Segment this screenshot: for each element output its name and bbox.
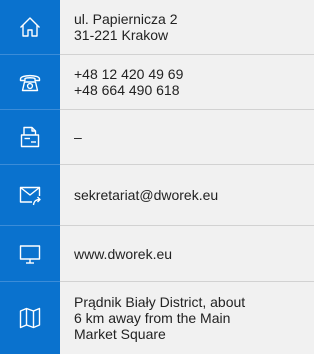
- email-icon: [0, 165, 60, 226]
- contact-list: ul. Papiernicza 2 31-221 Krakow +48 12 4…: [0, 0, 314, 354]
- phone-text: +48 12 420 49 69 +48 664 490 618: [60, 55, 314, 109]
- address-text: ul. Papiernicza 2 31-221 Krakow: [60, 0, 314, 54]
- location-line-2: 6 km away from the Main: [74, 310, 231, 326]
- email-link[interactable]: sekretariat@dworek.eu: [74, 187, 314, 203]
- fax-text: –: [60, 110, 314, 164]
- phone-link-1[interactable]: +48 12 420 49 69: [74, 66, 314, 82]
- fax-icon: [0, 110, 60, 165]
- address-line-1: ul. Papiernicza 2: [74, 11, 178, 27]
- email-text: sekretariat@dworek.eu: [60, 165, 314, 225]
- phone-icon: [0, 55, 60, 110]
- contact-row-phone: +48 12 420 49 69 +48 664 490 618: [0, 55, 314, 110]
- contact-row-address: ul. Papiernicza 2 31-221 Krakow: [0, 0, 314, 55]
- phone-link-2[interactable]: +48 664 490 618: [74, 82, 314, 98]
- website-link[interactable]: www.dworek.eu: [74, 246, 314, 262]
- location-line-3: Market Square: [74, 326, 166, 342]
- website-text: www.dworek.eu: [60, 226, 314, 281]
- location-line-1: Prądnik Biały District, about: [74, 294, 246, 310]
- fax-value: –: [74, 129, 82, 145]
- monitor-icon: [0, 226, 60, 282]
- map-icon: [0, 282, 60, 354]
- contact-row-email: sekretariat@dworek.eu: [0, 165, 314, 226]
- contact-row-location: Prądnik Biały District, about 6 km away …: [0, 282, 314, 354]
- location-text: Prądnik Biały District, about 6 km away …: [60, 282, 314, 354]
- contact-row-fax: –: [0, 110, 314, 165]
- home-icon: [0, 0, 60, 55]
- address-line-2: 31-221 Krakow: [74, 27, 169, 43]
- contact-row-website: www.dworek.eu: [0, 226, 314, 282]
